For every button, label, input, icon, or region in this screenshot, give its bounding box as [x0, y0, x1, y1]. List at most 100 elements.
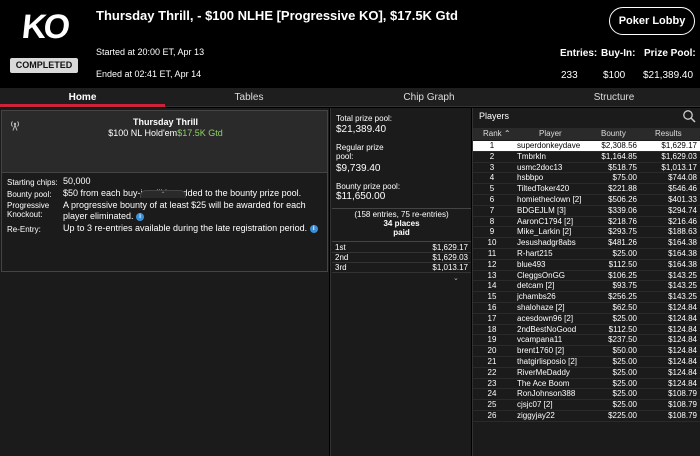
player-rank: 4: [489, 173, 495, 183]
player-results: $124.84: [668, 335, 697, 345]
player-rank: 13: [487, 270, 497, 280]
rank-column-header[interactable]: Rank ⌃: [483, 129, 511, 138]
player-results: $124.84: [668, 346, 697, 356]
player-bounty: $75.00: [612, 173, 637, 183]
payout-amount: $1,013.17: [432, 263, 468, 272]
table-row[interactable]: 22 RiverMeDaddy $25.00 $124.84: [473, 368, 700, 379]
tournament-title: Thursday Thrill, - $100 NLHE [Progressiv…: [96, 8, 458, 23]
poker-lobby-button[interactable]: Poker Lobby: [609, 7, 695, 35]
table-row[interactable]: 15 jchambs26 $256.25 $143.25: [473, 292, 700, 303]
table-row[interactable]: 6 homietheclown [2] $506.26 $401.33: [473, 195, 700, 206]
players-table-header: Rank ⌃ Player Bounty Results: [473, 128, 700, 140]
table-row[interactable]: 8 AaronC1794 [2] $218.76 $216.46: [473, 217, 700, 228]
table-row[interactable]: 11 R-hart215 $25.00 $164.38: [473, 249, 700, 260]
table-row[interactable]: 25 cjsjc07 [2] $25.00 $108.79: [473, 400, 700, 411]
player-results: $108.79: [668, 410, 697, 420]
player-results: $108.79: [668, 389, 697, 399]
table-row[interactable]: 16 shalohaze [2] $62.50 $124.84: [473, 303, 700, 314]
start-time: Started at 20:00 ET, Apr 13: [96, 47, 205, 57]
player-bounty: $293.75: [608, 227, 637, 237]
info-icon[interactable]: i: [309, 224, 318, 233]
table-row[interactable]: 21 thatgirlisposio [2] $25.00 $124.84: [473, 357, 700, 368]
active-tab-indicator: [0, 104, 165, 107]
search-icon[interactable]: [682, 109, 696, 123]
table-row[interactable]: 13 CleggsOnGG $106.25 $143.25: [473, 271, 700, 282]
player-rank: 26: [487, 410, 497, 420]
player-rank: 10: [487, 238, 497, 248]
player-name: shalohaze [2]: [517, 302, 565, 312]
starting-chips-label: Starting chips:: [7, 178, 58, 187]
player-bounty: $225.00: [608, 410, 637, 420]
player-name: AaronC1794 [2]: [517, 216, 574, 226]
player-bounty: $1,164.85: [601, 151, 637, 161]
table-row[interactable]: 17 acesdown96 [2] $25.00 $124.84: [473, 314, 700, 325]
player-name: usmc2doc13: [517, 162, 563, 172]
home-left-panel: Thursday Thrill $100 NL Hold'em$17.5K Gt…: [0, 108, 329, 456]
player-results: $124.84: [668, 313, 697, 323]
player-rank: 9: [489, 227, 495, 237]
bounty-column-header[interactable]: Bounty: [601, 129, 626, 138]
table-row[interactable]: 20 brent1760 [2] $50.00 $124.84: [473, 346, 700, 357]
player-name: RiverMeDaddy: [517, 367, 570, 377]
player-bounty: $25.00: [612, 389, 637, 399]
table-row[interactable]: 14 detcam [2] $93.75 $143.25: [473, 281, 700, 293]
table-row[interactable]: 5 TiltedToker420 $221.88 $546.46: [473, 184, 700, 195]
table-row[interactable]: 9 Mike_Larkin [2] $293.75 $188.63: [473, 227, 700, 239]
player-rank: 14: [487, 281, 497, 291]
table-row[interactable]: 3 usmc2doc13 $518.75 $1,013.17: [473, 163, 700, 174]
entries-label: Entries:: [560, 48, 598, 59]
player-rank: 20: [487, 346, 497, 356]
bounty-pool-value: $50 from each buy-in will be added to th…: [63, 188, 302, 198]
player-name: Mike_Larkin [2]: [517, 227, 572, 237]
player-bounty: $25.00: [612, 248, 637, 258]
table-row[interactable]: 1 superdonkeydave $2,308.56 $1,629.17: [473, 141, 700, 152]
prize-panel: Total prize pool: $21,389.40 Regular pri…: [330, 108, 471, 456]
players-title: Players: [479, 111, 510, 121]
table-row[interactable]: 23 The Ace Boom $25.00 $124.84: [473, 379, 700, 390]
tab-tables[interactable]: Tables: [165, 88, 333, 107]
bounty-prize-label: Bounty prize pool:: [336, 182, 401, 191]
table-row[interactable]: 2 Tmbrkln $1,164.85 $1,629.03: [473, 152, 700, 163]
game-guarantee: $17.5K Gtd: [177, 128, 223, 138]
table-row[interactable]: 18 2ndBestNoGood $112.50 $124.84: [473, 325, 700, 336]
player-results: $164.38: [668, 248, 697, 258]
player-bounty: $339.06: [608, 205, 637, 215]
player-name: jchambs26: [517, 292, 556, 302]
expand-payouts-icon[interactable]: ⌄: [453, 274, 459, 282]
player-name: TiltedToker420: [517, 184, 570, 194]
player-bounty: $93.75: [612, 281, 637, 291]
bounty-pool-label: Bounty pool:: [7, 190, 52, 199]
player-name: Jesushadgr8abs: [517, 238, 576, 248]
player-bounty: $221.88: [608, 184, 637, 194]
table-row[interactable]: 10 Jesushadgr8abs $481.26 $164.38: [473, 238, 700, 249]
player-name: homietheclown [2]: [517, 194, 582, 204]
game-name: Thursday Thrill: [132, 117, 198, 127]
table-row[interactable]: 26 ziggyjay22 $225.00 $108.79: [473, 411, 700, 422]
player-results: $124.84: [668, 378, 697, 388]
player-name: thatgirlisposio [2]: [517, 356, 578, 366]
table-row[interactable]: 4 hsbbpo $75.00 $744.08: [473, 173, 700, 185]
tab-structure[interactable]: Structure: [525, 88, 700, 107]
results-column-header[interactable]: Results: [655, 129, 682, 138]
payout-place: 3rd: [335, 263, 347, 272]
end-time: Ended at 02:41 ET, Apr 14: [96, 69, 202, 79]
game-subtitle: $100 NL Hold'em$17.5K Gtd: [2, 128, 329, 138]
table-row[interactable]: 7 BDGEJLM [3] $339.06 $294.74: [473, 206, 700, 217]
table-row[interactable]: 24 RonJohnson388 $25.00 $108.79: [473, 389, 700, 401]
player-bounty: $25.00: [612, 400, 637, 410]
player-bounty: $218.76: [608, 216, 637, 226]
player-column-header[interactable]: Player: [539, 129, 562, 138]
table-row[interactable]: 12 blue493 $112.50 $164.38: [473, 260, 700, 271]
payout-row: 3rd $1,013.17: [332, 263, 471, 273]
player-name: R-hart215: [517, 248, 553, 258]
places-paid: 34 places: [383, 219, 420, 228]
player-name: hsbbpo: [517, 173, 544, 183]
buyin-label: Buy-In:: [601, 48, 636, 59]
ko-logo: KO COMPLETED: [8, 6, 80, 73]
info-icon[interactable]: i: [136, 212, 145, 221]
table-row[interactable]: 19 vcampana11 $237.50 $124.84: [473, 335, 700, 347]
player-name: vcampana11: [517, 335, 563, 345]
tab-chip-graph[interactable]: Chip Graph: [333, 88, 525, 107]
collapse-toggle[interactable]: ⌃: [140, 190, 186, 198]
prizepool-label: Prize Pool:: [644, 48, 696, 59]
